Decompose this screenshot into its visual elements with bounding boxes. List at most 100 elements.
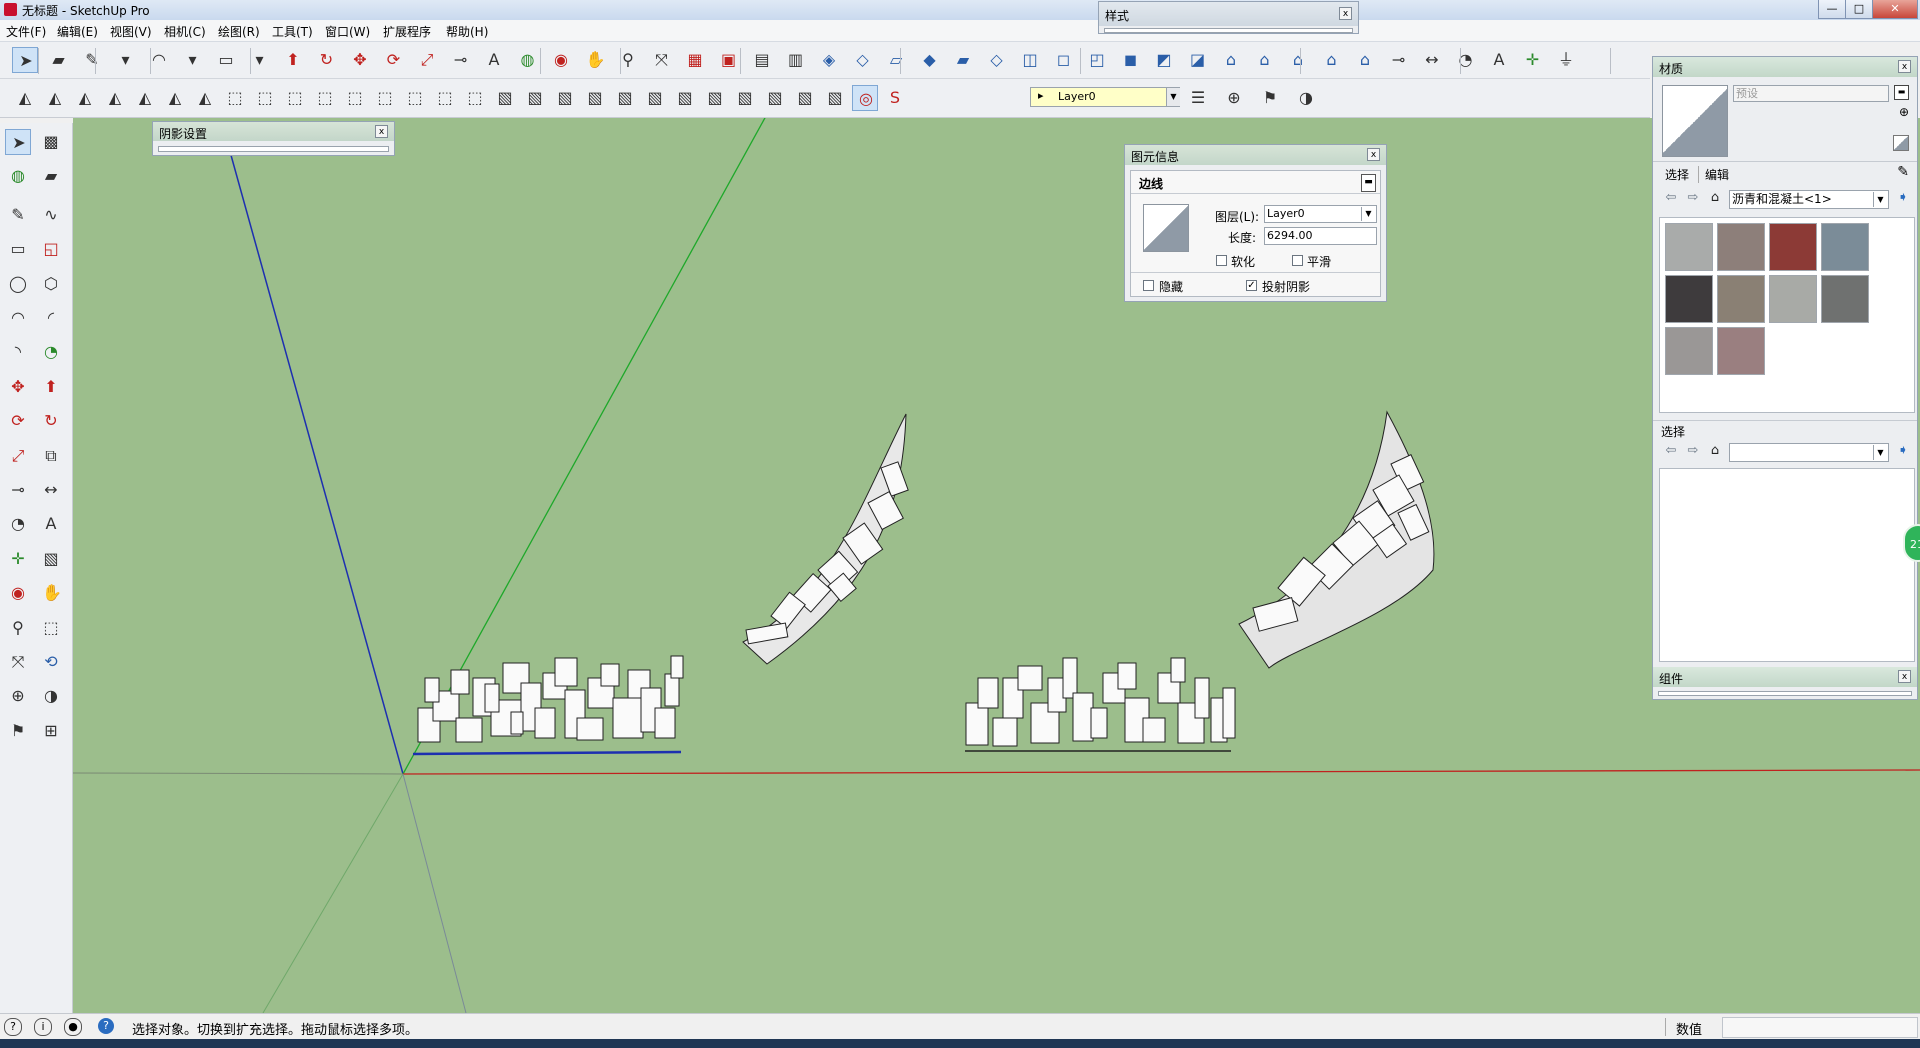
top-view-button[interactable]: ◇ bbox=[850, 47, 876, 73]
text-button[interactable]: A bbox=[481, 47, 507, 73]
menu-camera[interactable]: 相机(C) bbox=[164, 23, 206, 40]
iso-view-button[interactable]: ◈ bbox=[816, 47, 842, 73]
section-button[interactable]: ⏚ bbox=[1553, 47, 1579, 73]
walk-button[interactable]: ⚑ bbox=[1257, 85, 1283, 111]
menu-window[interactable]: 窗口(W) bbox=[325, 23, 370, 40]
zoom-window-button[interactable]: ⬚ bbox=[38, 615, 64, 641]
material-swatch[interactable] bbox=[1717, 223, 1765, 271]
smooth-checkbox[interactable] bbox=[1292, 255, 1303, 266]
material-library-select[interactable]: 沥青和混凝土<1> ▼ bbox=[1729, 190, 1889, 209]
close-icon[interactable]: x bbox=[1339, 7, 1352, 20]
orbit-button[interactable]: ◉ bbox=[548, 47, 574, 73]
menu-extensions[interactable]: 扩展程序 bbox=[383, 23, 431, 40]
rectangle-button[interactable]: ▭ bbox=[213, 47, 239, 73]
push-pull-button[interactable]: ⬆ bbox=[280, 47, 306, 73]
dropdown-button[interactable]: ▾ bbox=[180, 47, 206, 73]
close-icon[interactable]: x bbox=[375, 125, 388, 138]
details-icon[interactable]: ➧ bbox=[1895, 443, 1911, 459]
pan-button[interactable]: ✋ bbox=[582, 47, 608, 73]
collapse-icon[interactable]: ▬ bbox=[1361, 174, 1376, 192]
axes-button[interactable]: ✛ bbox=[5, 546, 31, 572]
material-swatch[interactable] bbox=[1665, 275, 1713, 323]
shaded-texture-button[interactable]: ◩ bbox=[1151, 47, 1177, 73]
axes-button[interactable]: ✛ bbox=[1520, 47, 1546, 73]
three-point-arc-button[interactable]: ◝ bbox=[5, 339, 31, 365]
sandbox-button[interactable]: ◭ bbox=[102, 85, 128, 111]
walk-button[interactable]: ⚑ bbox=[5, 718, 31, 744]
rotate-button[interactable]: ⟳ bbox=[5, 408, 31, 434]
scale-button[interactable]: ⤢ bbox=[5, 443, 31, 469]
solid-tool-button[interactable]: ⬚ bbox=[372, 85, 398, 111]
shaded-button[interactable]: ◼ bbox=[1118, 47, 1144, 73]
close-button[interactable]: ✕ bbox=[1872, 0, 1918, 19]
make-component-button[interactable]: ▩ bbox=[38, 129, 64, 155]
front-view-button[interactable]: ▱ bbox=[883, 47, 909, 73]
push-pull-button[interactable]: ⬆ bbox=[38, 374, 64, 400]
look-around-button[interactable]: ◑ bbox=[38, 683, 64, 709]
side-badge[interactable]: 21 bbox=[1903, 524, 1920, 562]
close-icon[interactable]: x bbox=[1898, 670, 1911, 683]
home-icon[interactable]: ⌂ bbox=[1707, 190, 1723, 206]
3d-text-button[interactable]: ▧ bbox=[612, 85, 638, 111]
paint-bucket-button[interactable]: ◍ bbox=[515, 47, 541, 73]
material-swatch[interactable] bbox=[1717, 275, 1765, 323]
xray-button[interactable]: ◫ bbox=[1017, 47, 1043, 73]
tape-measure-button[interactable]: ⊸ bbox=[1386, 47, 1412, 73]
3d-text-button[interactable]: ▧ bbox=[522, 85, 548, 111]
hidden-checkbox[interactable] bbox=[1143, 280, 1154, 291]
rectangle-button[interactable]: ▭ bbox=[5, 236, 31, 262]
pencil-button[interactable]: ✎ bbox=[5, 202, 31, 228]
pencil-button[interactable]: ✎ bbox=[79, 47, 105, 73]
pie-button[interactable]: ◔ bbox=[38, 339, 64, 365]
move-button[interactable]: ✥ bbox=[347, 47, 373, 73]
layer-dropdown-icon[interactable]: ▼ bbox=[1166, 88, 1180, 106]
user-icon[interactable]: ● bbox=[64, 1018, 82, 1036]
3d-text-button[interactable]: ▧ bbox=[792, 85, 818, 111]
text-button[interactable]: A bbox=[38, 511, 64, 537]
3d-text-button[interactable]: ▧ bbox=[822, 85, 848, 111]
scale-button[interactable]: ⤢ bbox=[414, 47, 440, 73]
house-button[interactable]: ⌂ bbox=[1285, 47, 1311, 73]
default-material-icon[interactable] bbox=[1893, 135, 1909, 151]
layout-button[interactable]: ▤ bbox=[749, 47, 775, 73]
house-button[interactable]: ⌂ bbox=[1319, 47, 1345, 73]
house-button[interactable]: ⌂ bbox=[1218, 47, 1244, 73]
polygon-button[interactable]: ⬡ bbox=[38, 271, 64, 297]
hidden-line-button[interactable]: ◰ bbox=[1084, 47, 1110, 73]
ruby-button[interactable]: ◎ bbox=[852, 85, 878, 111]
3d-text-button[interactable]: ▧ bbox=[642, 85, 668, 111]
sandbox-button[interactable]: ◭ bbox=[42, 85, 68, 111]
send-to-layout-button[interactable]: ▥ bbox=[783, 47, 809, 73]
menu-edit[interactable]: 编辑(E) bbox=[57, 23, 98, 40]
details-icon[interactable]: ➧ bbox=[1895, 190, 1911, 206]
home-icon[interactable]: ⌂ bbox=[1707, 443, 1723, 459]
rotated-rectangle-button[interactable]: ◱ bbox=[38, 236, 64, 262]
material-preview-swatch[interactable] bbox=[1143, 204, 1189, 252]
house-button[interactable]: ⌂ bbox=[1252, 47, 1278, 73]
zoom-button[interactable]: ⚲ bbox=[615, 47, 641, 73]
dropdown-button[interactable]: ▾ bbox=[113, 47, 139, 73]
previous-view-button[interactable]: ⟲ bbox=[38, 649, 64, 675]
move-button[interactable]: ✥ bbox=[5, 374, 31, 400]
arc-button[interactable]: ◠ bbox=[5, 305, 31, 331]
solid-tool-button[interactable]: ⬚ bbox=[222, 85, 248, 111]
3d-text-button[interactable]: ▧ bbox=[732, 85, 758, 111]
follow-me-button[interactable]: ↻ bbox=[314, 47, 340, 73]
material-swatch[interactable] bbox=[1769, 275, 1817, 323]
layer-select[interactable] bbox=[1030, 87, 1180, 107]
sandbox-button[interactable]: ◭ bbox=[132, 85, 158, 111]
solid-tool-button[interactable]: ⬚ bbox=[402, 85, 428, 111]
credits-icon[interactable]: i bbox=[34, 1018, 52, 1036]
follow-me-button[interactable]: ↻ bbox=[38, 408, 64, 434]
3d-text-button[interactable]: ▧ bbox=[552, 85, 578, 111]
orbit-button[interactable]: ◉ bbox=[5, 580, 31, 606]
select-button[interactable]: ➤ bbox=[5, 129, 31, 155]
freehand-button[interactable]: ∿ bbox=[38, 202, 64, 228]
length-input[interactable]: 6294.00 bbox=[1264, 227, 1377, 245]
3d-text-button[interactable]: ▧ bbox=[492, 85, 518, 111]
zoom-button[interactable]: ⚲ bbox=[5, 615, 31, 641]
sandbox-button[interactable]: ◭ bbox=[162, 85, 188, 111]
dimension-button[interactable]: ↔ bbox=[1419, 47, 1445, 73]
monochrome-button[interactable]: ◪ bbox=[1185, 47, 1211, 73]
maximize-button[interactable]: □ bbox=[1845, 0, 1873, 19]
